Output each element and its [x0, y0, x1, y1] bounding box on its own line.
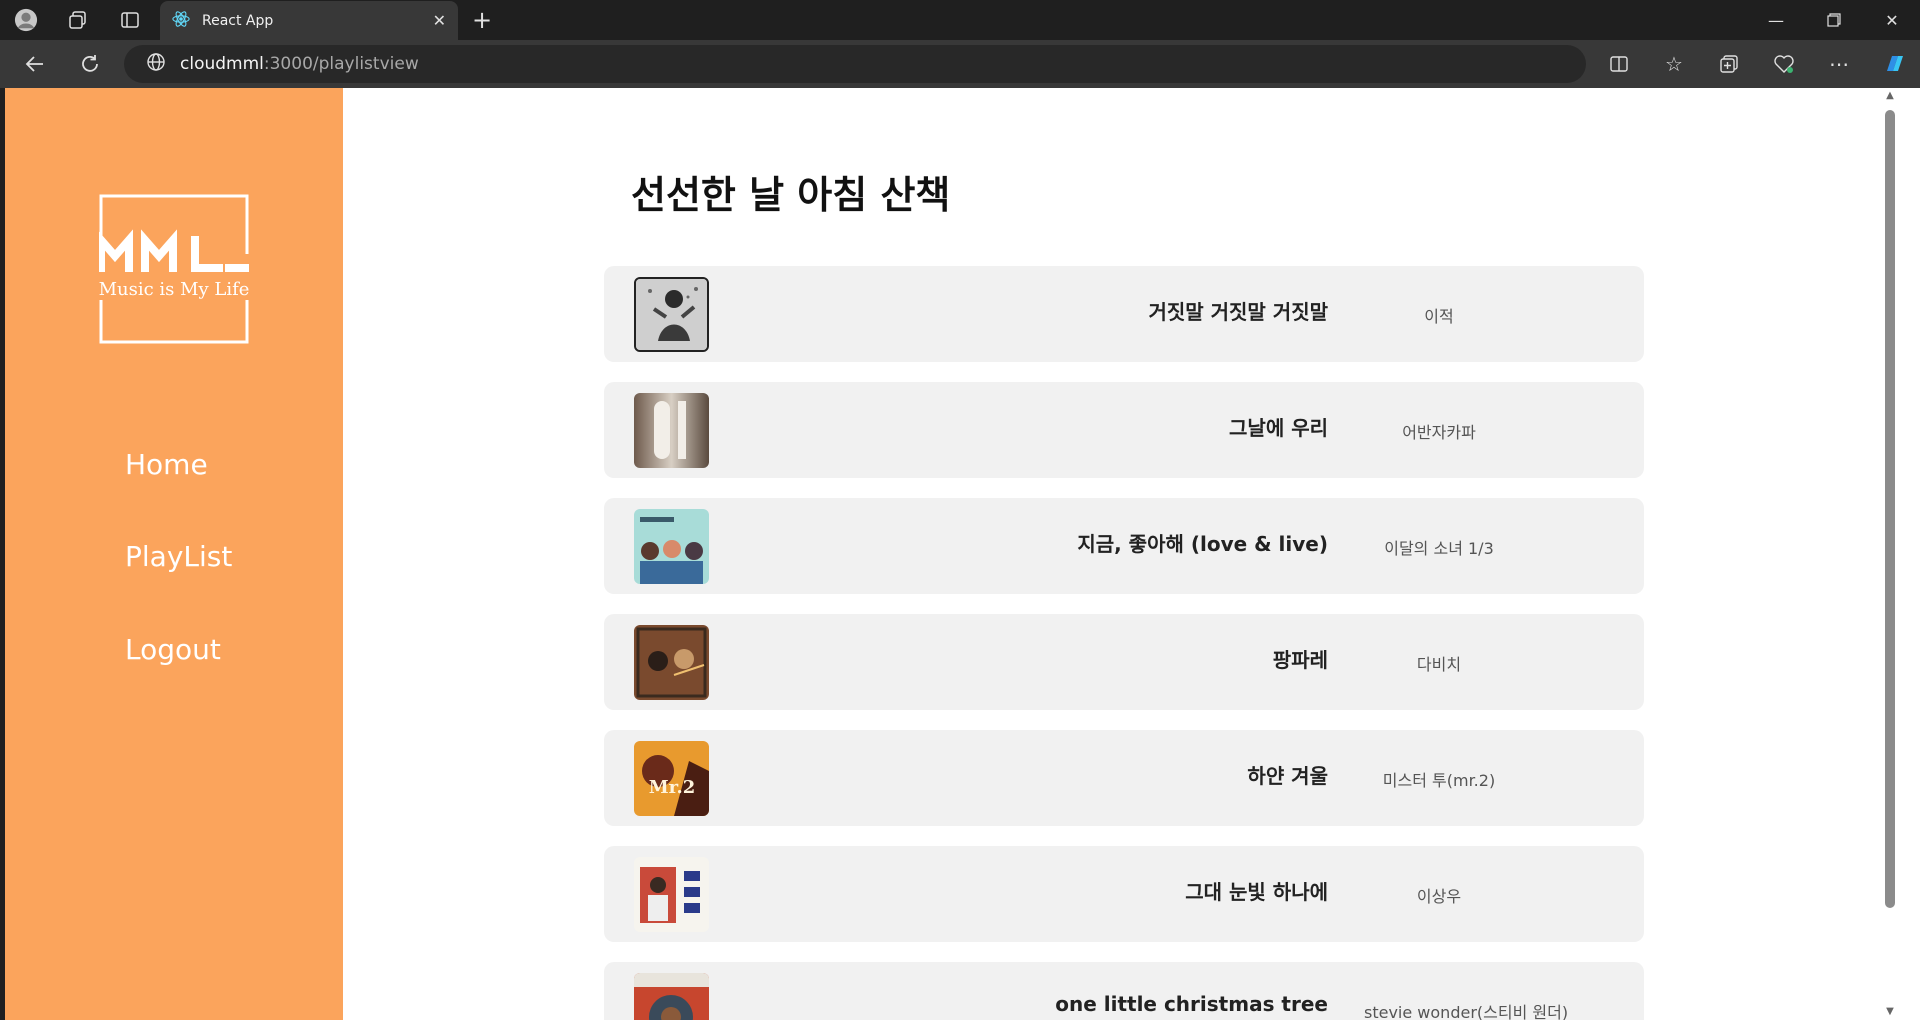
- album-cover: [634, 625, 709, 700]
- album-cover: [634, 393, 709, 468]
- logo-tagline-text: Music is My Life: [99, 279, 249, 300]
- tab-bar: React App ✕ + — ✕: [0, 0, 1920, 40]
- url-host: cloudmml: [180, 54, 264, 74]
- back-icon[interactable]: [22, 51, 48, 77]
- song-title: 그대 눈빛 하나에: [1185, 880, 1328, 904]
- vertical-scrollbar[interactable]: ▲ ▼: [1880, 88, 1900, 1020]
- globe-icon: [146, 52, 166, 76]
- song-artist: 다비치: [1416, 655, 1462, 674]
- collections-icon[interactable]: [1716, 51, 1742, 77]
- playlist-title: 선선한 날 아침 산책: [631, 173, 951, 217]
- song-row[interactable]: one little christmas tree stevie wonder(…: [604, 962, 1644, 1020]
- song-artist: stevie wonder(스티비 원더): [1364, 1003, 1569, 1020]
- refresh-icon[interactable]: [77, 51, 103, 77]
- browser-essentials-icon[interactable]: [1771, 51, 1797, 77]
- song-title: one little christmas tree: [1055, 992, 1328, 1016]
- song-title: 하얀 겨울: [1247, 764, 1328, 788]
- album-cover: [634, 277, 709, 352]
- main-content: 선선한 날 아침 산책 거짓말 거짓말 거짓말 이적 그날에 우리 어반자카파 …: [343, 88, 1900, 1020]
- tab-react-app[interactable]: React App ✕: [160, 1, 458, 40]
- scroll-down-icon[interactable]: ▼: [1885, 1006, 1895, 1018]
- song-row[interactable]: 지금, 좋아해 (love & live) 이달의 소녀 1/3: [604, 498, 1644, 594]
- restore-icon[interactable]: [1806, 0, 1862, 40]
- song-artist: 이적: [1424, 307, 1454, 326]
- copilot-icon[interactable]: [1881, 51, 1907, 77]
- song-row[interactable]: 그대 눈빛 하나에 이상우: [604, 846, 1644, 942]
- more-menu-icon[interactable]: ⋯: [1826, 51, 1852, 77]
- mml-logo[interactable]: Music is My Life: [97, 194, 249, 344]
- menu-home[interactable]: Home: [125, 448, 208, 481]
- album-cover: Mr.2: [634, 741, 709, 816]
- song-artist: 어반자카파: [1402, 423, 1476, 442]
- song-title: 팡파레: [1272, 648, 1328, 672]
- song-row[interactable]: Mr.2 하얀 겨울 미스터 투(mr.2): [604, 730, 1644, 826]
- menu-logout[interactable]: Logout: [125, 633, 221, 666]
- minimize-icon[interactable]: —: [1748, 0, 1804, 40]
- song-row[interactable]: 그날에 우리 어반자카파: [604, 382, 1644, 478]
- menu-playlist[interactable]: PlayList: [125, 540, 232, 573]
- sidebar: Music is My Life Home PlayList Logout: [5, 88, 343, 1020]
- scroll-up-icon[interactable]: ▲: [1885, 90, 1895, 102]
- close-window-icon[interactable]: ✕: [1864, 0, 1920, 40]
- close-tab-icon[interactable]: ✕: [433, 11, 446, 30]
- browser-chrome: React App ✕ + — ✕ cloudmml:3000/playlist…: [0, 0, 1920, 88]
- url-path: :3000/playlistview: [263, 54, 419, 74]
- tab-actions-icon[interactable]: [118, 8, 142, 32]
- favorites-icon[interactable]: ☆: [1661, 51, 1687, 77]
- page-viewport: Music is My Life Home PlayList Logout 선선…: [5, 88, 1920, 1020]
- svg-text:Mr.2: Mr.2: [649, 777, 696, 798]
- tab-title: React App: [202, 12, 274, 29]
- song-row[interactable]: 거짓말 거짓말 거짓말 이적: [604, 266, 1644, 362]
- song-row[interactable]: 팡파레 다비치: [604, 614, 1644, 710]
- album-cover: [634, 973, 709, 1020]
- profile-icon[interactable]: [14, 8, 38, 32]
- song-artist: 이달의 소녀 1/3: [1384, 539, 1494, 558]
- song-title: 거짓말 거짓말 거짓말: [1148, 300, 1328, 324]
- navigation-bar: cloudmml:3000/playlistview ☆ ⋯: [0, 40, 1920, 88]
- scrollbar-thumb[interactable]: [1885, 110, 1895, 908]
- album-cover: [634, 857, 709, 932]
- album-cover: [634, 509, 709, 584]
- song-title: 지금, 좋아해 (love & live): [1077, 532, 1328, 556]
- song-artist: 이상우: [1416, 887, 1462, 906]
- workspaces-icon[interactable]: [66, 8, 90, 32]
- new-tab-icon[interactable]: +: [468, 6, 496, 34]
- react-logo-icon: [172, 10, 190, 32]
- address-bar[interactable]: cloudmml:3000/playlistview: [124, 45, 1586, 83]
- song-artist: 미스터 투(mr.2): [1382, 771, 1496, 790]
- song-title: 그날에 우리: [1229, 416, 1328, 440]
- split-screen-icon[interactable]: [1606, 51, 1632, 77]
